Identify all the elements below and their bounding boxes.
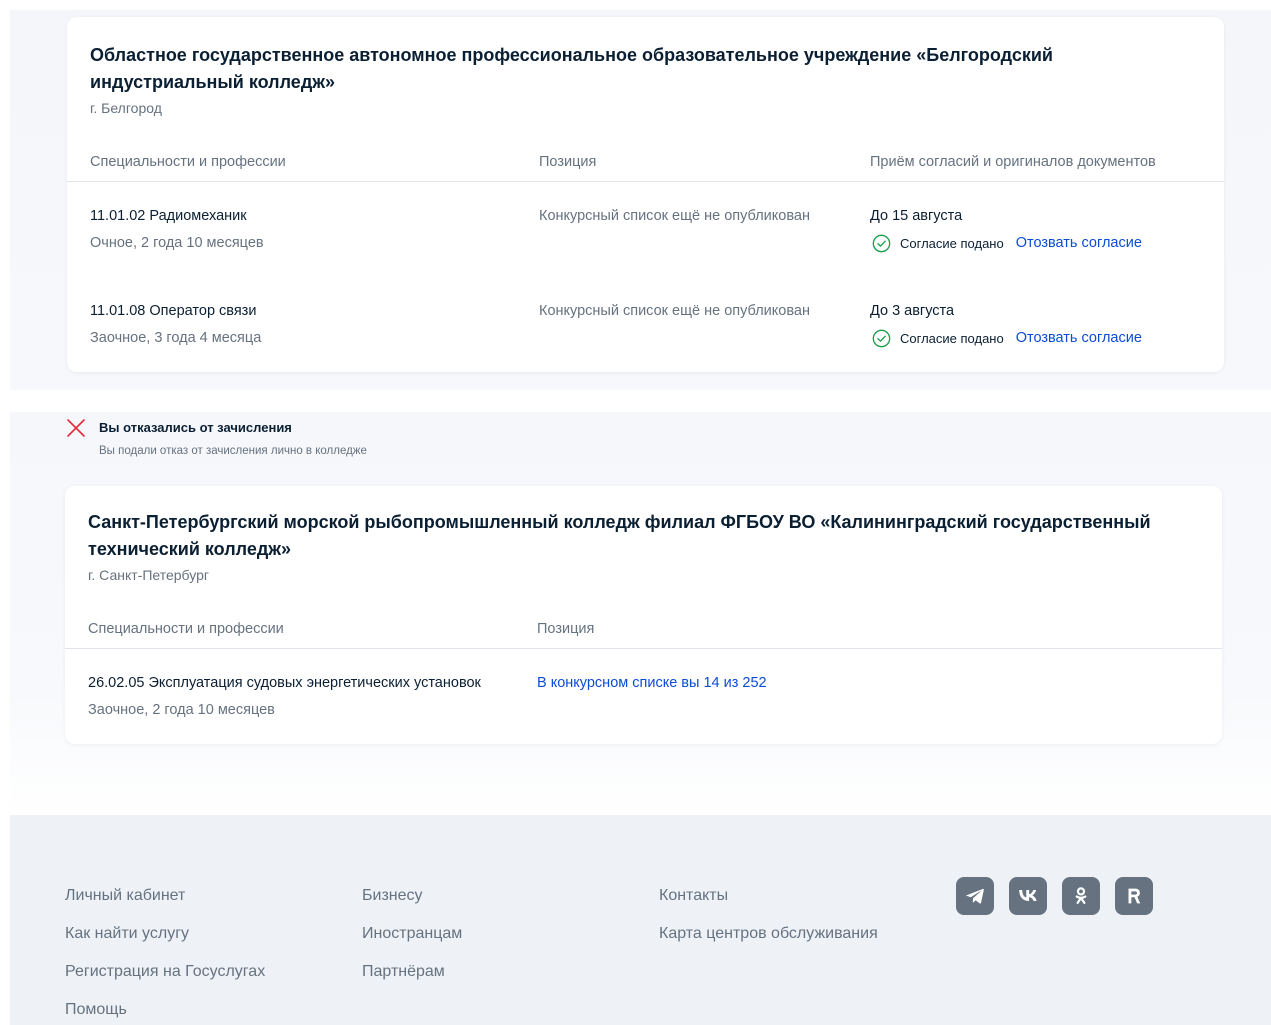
divider <box>65 648 1222 649</box>
footer-column: Бизнесу Иностранцам Партнёрам <box>362 877 462 991</box>
vk-icon[interactable] <box>1009 877 1047 915</box>
footer-link-personal-account[interactable]: Личный кабинет <box>65 877 265 915</box>
consent-deadline: До 15 августа <box>870 208 963 224</box>
footer-link-service-centers-map[interactable]: Карта центров обслуживания <box>659 915 878 953</box>
footer: Личный кабинет Как найти услугу Регистра… <box>10 815 1271 1025</box>
withdraw-consent-link[interactable]: Отозвать согласие <box>1016 235 1142 251</box>
footer-link-find-service[interactable]: Как найти услугу <box>65 915 265 953</box>
consent-deadline: До 3 августа <box>870 303 955 319</box>
consent-status: Согласие подано Отозвать согласие <box>872 233 1142 253</box>
column-header-position: Позиция <box>537 621 595 637</box>
college-title: Областное государственное автономное про… <box>90 45 1053 92</box>
check-circle-icon <box>872 234 891 252</box>
rutube-icon[interactable] <box>1115 877 1153 915</box>
consent-status-label: Согласие подано <box>900 330 1004 346</box>
footer-link-business[interactable]: Бизнесу <box>362 877 462 915</box>
column-header-specialty: Специальности и профессии <box>90 154 286 170</box>
refusal-status: Вы отказались от зачисления Вы подали от… <box>66 418 666 462</box>
specialty-title: 26.02.05 Эксплуатация судовых энергетиче… <box>88 675 481 691</box>
study-form: Заочное, 2 года 10 месяцев <box>88 702 275 718</box>
refusal-description: Вы подали отказ от зачисления лично в ко… <box>99 445 367 457</box>
odnoklassniki-icon[interactable] <box>1062 877 1100 915</box>
footer-link-registration[interactable]: Регистрация на Госуслугах <box>65 953 265 991</box>
study-form: Очное, 2 года 10 месяцев <box>90 235 264 251</box>
consent-status: Согласие подано Отозвать согласие <box>872 328 1142 348</box>
column-header-consent: Приём согласий и оригиналов документов <box>870 154 1156 170</box>
position-status: Конкурсный список ещё не опубликован <box>539 208 810 224</box>
college-city: г. Санкт-Петербург <box>88 567 209 583</box>
column-header-specialty: Специальности и профессии <box>88 621 284 637</box>
consent-status-label: Согласие подано <box>900 235 1004 251</box>
footer-column: Личный кабинет Как найти услугу Регистра… <box>65 877 265 1025</box>
college-city: г. Белгород <box>90 100 162 116</box>
footer-link-foreigners[interactable]: Иностранцам <box>362 915 462 953</box>
divider <box>67 181 1224 182</box>
footer-link-partners[interactable]: Партнёрам <box>362 953 462 991</box>
footer-link-help[interactable]: Помощь <box>65 991 265 1025</box>
college-title: Санкт-Петербургский морской рыбопромышле… <box>88 512 1151 559</box>
competition-list-link[interactable]: В конкурсном списке вы 14 из 252 <box>537 675 767 691</box>
college-card: Санкт-Петербургский морской рыбопромышле… <box>65 486 1222 744</box>
check-circle-icon <box>872 329 891 347</box>
footer-link-contacts[interactable]: Контакты <box>659 877 878 915</box>
position-status: Конкурсный список ещё не опубликован <box>539 303 810 319</box>
telegram-icon[interactable] <box>956 877 994 915</box>
study-form: Заочное, 3 года 4 месяца <box>90 330 262 346</box>
withdraw-consent-link[interactable]: Отозвать согласие <box>1016 330 1142 346</box>
college-card: Областное государственное автономное про… <box>67 17 1224 372</box>
cross-icon <box>67 419 85 437</box>
column-header-position: Позиция <box>539 154 597 170</box>
social-links <box>956 877 1153 915</box>
refusal-title: Вы отказались от зачисления <box>99 420 292 435</box>
specialty-title: 11.01.08 Оператор связи <box>90 303 257 319</box>
specialty-title: 11.01.02 Радиомеханик <box>90 208 247 224</box>
footer-column: Контакты Карта центров обслуживания <box>659 877 878 953</box>
